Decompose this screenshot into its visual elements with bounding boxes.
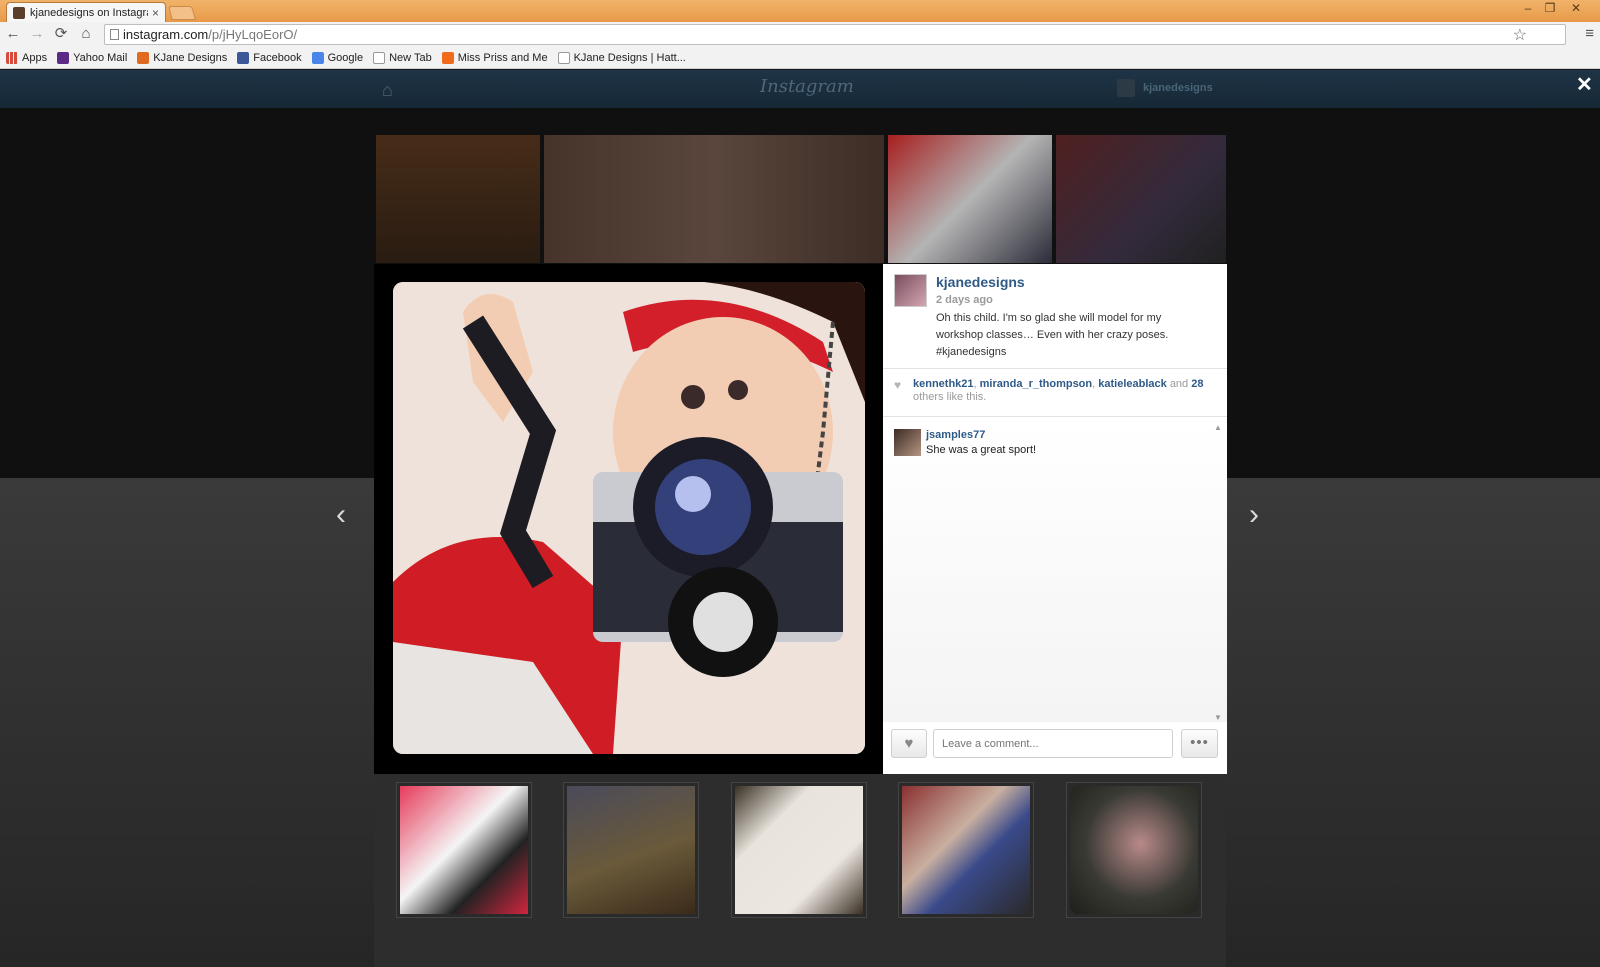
bookmark-yahoo-mail[interactable]: Yahoo Mail (57, 51, 127, 64)
google-icon (311, 51, 324, 64)
thumbnail-image (400, 786, 528, 914)
like-button[interactable]: ♥ (891, 729, 927, 758)
thumbnail-image (567, 786, 695, 914)
minimize-button[interactable]: – (1518, 1, 1538, 15)
likes-and-text: and (1169, 378, 1189, 390)
forward-arrow-icon[interactable]: → (28, 25, 46, 43)
comment-username[interactable]: jsamples77 (926, 429, 985, 441)
bookmark-google[interactable]: Google (311, 51, 363, 64)
reload-icon[interactable]: ⟳ (52, 25, 70, 43)
liker-link[interactable]: miranda_r_thompson (980, 378, 1092, 390)
feed-thumbnail[interactable] (888, 135, 1052, 263)
browser-title-bar: kjanedesigns on Instagram × – ❐ ✕ (0, 0, 1600, 22)
feed-thumbnail[interactable] (563, 782, 699, 918)
apps-grid-icon (6, 51, 18, 64)
bookmark-new-tab[interactable]: New Tab (373, 51, 432, 64)
thumbnail-image (1070, 786, 1198, 914)
home-icon[interactable]: ⌂ (77, 25, 95, 43)
previous-arrow-icon[interactable]: ‹ (336, 498, 346, 532)
divider (883, 416, 1227, 417)
heart-icon: ♥ (904, 735, 914, 752)
post-photo-illustration (393, 282, 865, 754)
address-bar[interactable]: instagram.com/p/jHyLqoEorO/ ☆ (104, 24, 1566, 45)
url-path: /p/jHyLqoEorO/ (208, 27, 298, 42)
likes-others-count[interactable]: 28 (1191, 378, 1203, 390)
home-icon[interactable]: ⌂ (382, 80, 393, 101)
kjane-designs-icon (137, 51, 150, 64)
page-icon (373, 51, 386, 64)
header-username[interactable]: kjanedesigns (1143, 82, 1213, 94)
back-arrow-icon[interactable]: ← (4, 25, 22, 43)
feed-thumbnail[interactable] (731, 782, 867, 918)
post-photo[interactable] (393, 282, 865, 754)
post-timestamp[interactable]: 2 days ago (936, 294, 993, 306)
bookmark-miss-priss[interactable]: Miss Priss and Me (441, 51, 548, 64)
tab-close-icon[interactable]: × (152, 6, 159, 20)
browser-tab[interactable]: kjanedesigns on Instagram × (6, 2, 166, 22)
facebook-icon (237, 51, 250, 64)
avatar[interactable] (894, 429, 921, 456)
feed-thumbnail[interactable] (1066, 782, 1202, 918)
comment-text: She was a great sport! (926, 444, 1037, 456)
comments-list[interactable] (883, 420, 1227, 722)
blogger-icon (441, 51, 454, 64)
bookmark-apps[interactable]: Apps (6, 51, 47, 64)
avatar[interactable] (1117, 79, 1135, 97)
browser-toolbar: ← → ⟳ ⌂ instagram.com/p/jHyLqoEorO/ ☆ ≡ (0, 22, 1600, 47)
heart-icon: ♥ (894, 378, 902, 392)
more-options-button[interactable]: ••• (1181, 729, 1218, 758)
comment-input[interactable] (933, 729, 1173, 758)
feed-thumbnail[interactable] (396, 782, 532, 918)
post-details-panel: kjanedesigns 2 days ago Oh this child. I… (883, 264, 1227, 774)
url-host: instagram.com (123, 27, 209, 42)
next-arrow-icon[interactable]: › (1249, 498, 1259, 532)
likes-suffix: others like this. (913, 391, 987, 403)
close-icon[interactable]: ✕ (1576, 72, 1593, 97)
bookmark-kjane-designs[interactable]: KJane Designs (137, 51, 227, 64)
window-close-button[interactable]: ✕ (1566, 1, 1586, 15)
thumbnail-image (902, 786, 1030, 914)
feed-thumbnail[interactable] (376, 135, 540, 263)
mail-icon (57, 51, 70, 64)
restore-button[interactable]: ❐ (1540, 1, 1560, 15)
page-icon (557, 51, 570, 64)
feed-thumbnail[interactable] (1056, 135, 1226, 263)
liker-link[interactable]: katieleablack (1098, 378, 1167, 390)
bookmarks-bar: Apps Yahoo Mail KJane Designs Facebook G… (0, 47, 1600, 69)
page-icon (110, 29, 119, 40)
thumbnail-image (735, 786, 863, 914)
likes-summary: kennethk21, miranda_r_thompson, katielea… (913, 378, 1204, 403)
bookmark-facebook[interactable]: Facebook (237, 51, 302, 64)
scroll-up-arrow-icon[interactable]: ▲ (1214, 423, 1222, 432)
feed-thumbnail[interactable] (898, 782, 1034, 918)
feed-thumbnail[interactable] (544, 135, 884, 263)
instagram-logo[interactable]: Instagram (760, 76, 854, 97)
scroll-down-arrow-icon[interactable]: ▼ (1214, 713, 1222, 722)
post-author[interactable]: kjanedesigns (936, 274, 1025, 290)
new-tab-button[interactable] (168, 6, 196, 20)
browser-menu-icon[interactable]: ≡ (1585, 25, 1594, 42)
ellipsis-icon: ••• (1190, 734, 1209, 751)
bookmark-star-icon[interactable]: ☆ (1513, 26, 1527, 45)
tab-title: kjanedesigns on Instagram (30, 6, 148, 19)
liker-link[interactable]: kennethk21 (913, 378, 974, 390)
instagram-favicon-icon (13, 6, 25, 19)
post-caption: Oh this child. I'm so glad she will mode… (936, 312, 1169, 358)
bookmark-kjane-hatt[interactable]: KJane Designs | Hatt... (557, 51, 686, 64)
avatar[interactable] (894, 274, 927, 307)
divider (883, 368, 1227, 369)
